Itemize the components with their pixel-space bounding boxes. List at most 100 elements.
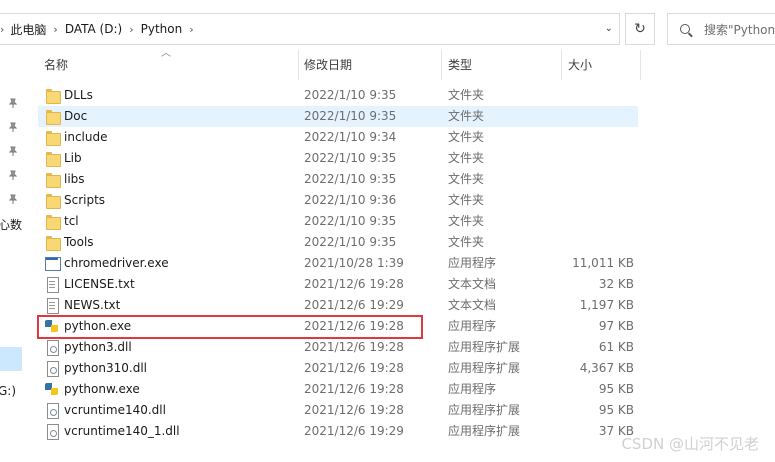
file-name: NEWS.txt: [64, 298, 121, 312]
file-date: 2022/1/10 9:35: [304, 151, 397, 165]
file-date: 2022/1/10 9:35: [304, 235, 397, 249]
watermark: CSDN @山河不见老: [621, 435, 759, 453]
folder-icon: [45, 130, 61, 146]
file-row[interactable]: python310.dll 2021/12/6 19:28 应用程序扩展 4,367 …: [38, 358, 638, 379]
file-row[interactable]: python3.dll 2021/12/6 19:28 应用程序扩展 61 KB: [38, 337, 638, 358]
breadcrumb-this-pc[interactable]: 此电脑: [10, 21, 46, 38]
dll-icon: [45, 340, 59, 356]
file-row[interactable]: include 2022/1/10 9:34 文件夹: [38, 127, 638, 148]
file-type: 应用程序扩展: [448, 403, 521, 417]
nav-item-selected[interactable]: [0, 347, 22, 371]
file-row[interactable]: Doc 2022/1/10 9:35 文件夹: [38, 106, 638, 127]
search-placeholder: 搜索"Python": [704, 22, 775, 37]
nav-item-label[interactable]: G:): [0, 384, 16, 398]
address-bar[interactable]: › 此电脑 › DATA (D:) › Python › ⌄: [0, 13, 620, 45]
file-type: 应用程序: [448, 319, 497, 333]
text-file-icon: [45, 277, 59, 293]
folder-icon: [45, 109, 61, 125]
dll-icon: [45, 424, 59, 440]
file-name: chromedriver.exe: [64, 256, 169, 270]
folder-icon: [45, 193, 61, 209]
breadcrumb-chevron-icon[interactable]: ›: [53, 23, 57, 36]
file-name: vcruntime140_1.dll: [64, 424, 180, 438]
column-divider[interactable]: [561, 50, 562, 80]
file-row[interactable]: DLLs 2022/1/10 9:35 文件夹: [38, 85, 638, 106]
file-row[interactable]: tcl 2022/1/10 9:35 文件夹: [38, 211, 638, 232]
file-name: python.exe: [64, 319, 132, 333]
pin-icon[interactable]: [8, 170, 18, 180]
file-size: 95 KB: [598, 382, 634, 396]
breadcrumb-chevron-icon[interactable]: ›: [0, 23, 4, 36]
python-icon: [45, 382, 59, 397]
file-row[interactable]: vcruntime140_1.dll 2021/12/6 19:29 应用程序扩展 3…: [38, 421, 638, 442]
file-date: 2021/12/6 19:28: [304, 403, 404, 417]
column-header-name[interactable]: 名称: [44, 50, 68, 80]
file-size: 1,197 KB: [579, 298, 634, 312]
file-date: 2021/12/6 19:28: [304, 340, 404, 354]
file-name: Lib: [64, 151, 82, 165]
file-row[interactable]: NEWS.txt 2021/12/6 19:29 文本文档 1,197 KB: [38, 295, 638, 316]
column-header-date[interactable]: 修改日期: [304, 50, 352, 80]
file-size: 11,011 KB: [572, 256, 634, 270]
file-name: Scripts: [64, 193, 106, 207]
column-header-size[interactable]: 大小: [568, 50, 592, 80]
file-date: 2021/12/6 19:29: [304, 424, 404, 438]
folder-icon: [45, 151, 61, 167]
file-date: 2021/12/6 19:29: [304, 298, 404, 312]
file-row[interactable]: python.exe 2021/12/6 19:28 应用程序 97 KB: [38, 316, 638, 337]
file-name: Doc: [64, 109, 88, 123]
file-size: 32 KB: [598, 277, 634, 291]
navigation-pane: 心数 G:): [0, 46, 24, 462]
breadcrumb-python[interactable]: Python: [141, 22, 183, 36]
file-type: 文件夹: [448, 172, 485, 186]
search-icon: [680, 24, 690, 34]
file-size: 95 KB: [598, 403, 634, 417]
file-row[interactable]: chromedriver.exe 2021/10/28 1:39 应用程序 11,01…: [38, 253, 638, 274]
pin-icon[interactable]: [8, 98, 18, 108]
pin-icon[interactable]: [8, 194, 18, 204]
file-type: 文件夹: [448, 130, 485, 144]
column-header-type[interactable]: 类型: [448, 50, 472, 80]
file-row[interactable]: LICENSE.txt 2021/12/6 19:28 文本文档 32 KB: [38, 274, 638, 295]
file-name: Tools: [64, 235, 94, 249]
file-type: 应用程序扩展: [448, 340, 521, 354]
address-history-chevron-down-icon[interactable]: ⌄: [605, 23, 613, 34]
file-row[interactable]: libs 2022/1/10 9:35 文件夹: [38, 169, 638, 190]
file-date: 2022/1/10 9:35: [304, 88, 397, 102]
file-type: 文件夹: [448, 151, 485, 165]
file-type: 文件夹: [448, 214, 485, 228]
file-date: 2022/1/10 9:35: [304, 172, 397, 186]
breadcrumb-chevron-icon[interactable]: ›: [189, 23, 193, 36]
pin-icon[interactable]: [8, 122, 18, 132]
file-date: 2021/12/6 19:28: [304, 361, 404, 375]
file-type: 应用程序: [448, 382, 497, 396]
file-name: LICENSE.txt: [64, 277, 135, 291]
file-date: 2021/10/28 1:39: [304, 256, 404, 270]
file-name: libs: [64, 172, 85, 186]
file-name: python310.dll: [64, 361, 147, 375]
column-divider[interactable]: [441, 50, 442, 80]
file-type: 应用程序扩展: [448, 424, 521, 438]
file-row[interactable]: Tools 2022/1/10 9:35 文件夹: [38, 232, 638, 253]
column-divider[interactable]: [298, 50, 299, 80]
refresh-button[interactable]: ↻: [625, 13, 655, 45]
file-name: tcl: [64, 214, 79, 228]
search-input[interactable]: 搜索"Python": [667, 13, 775, 45]
file-type: 文件夹: [448, 193, 485, 207]
file-size: 4,367 KB: [579, 361, 634, 375]
pin-icon[interactable]: [8, 146, 18, 156]
breadcrumb-chevron-icon[interactable]: ›: [129, 23, 133, 36]
file-row[interactable]: vcruntime140.dll 2021/12/6 19:28 应用程序扩展 95 …: [38, 400, 638, 421]
file-date: 2022/1/10 9:36: [304, 193, 397, 207]
file-row[interactable]: Lib 2022/1/10 9:35 文件夹: [38, 148, 638, 169]
file-type: 文本文档: [448, 277, 497, 291]
file-list: DLLs 2022/1/10 9:35 文件夹 Doc 2022/1/10 9:35 文件…: [38, 85, 638, 442]
refresh-icon: ↻: [634, 21, 646, 37]
file-name: python3.dll: [64, 340, 132, 354]
column-divider[interactable]: [640, 50, 641, 80]
file-row[interactable]: Scripts 2022/1/10 9:36 文件夹: [38, 190, 638, 211]
file-row[interactable]: pythonw.exe 2021/12/6 19:28 应用程序 95 KB: [38, 379, 638, 400]
dll-icon: [45, 361, 59, 377]
breadcrumb-drive[interactable]: DATA (D:): [65, 22, 122, 36]
nav-item-label[interactable]: 心数: [0, 216, 22, 233]
